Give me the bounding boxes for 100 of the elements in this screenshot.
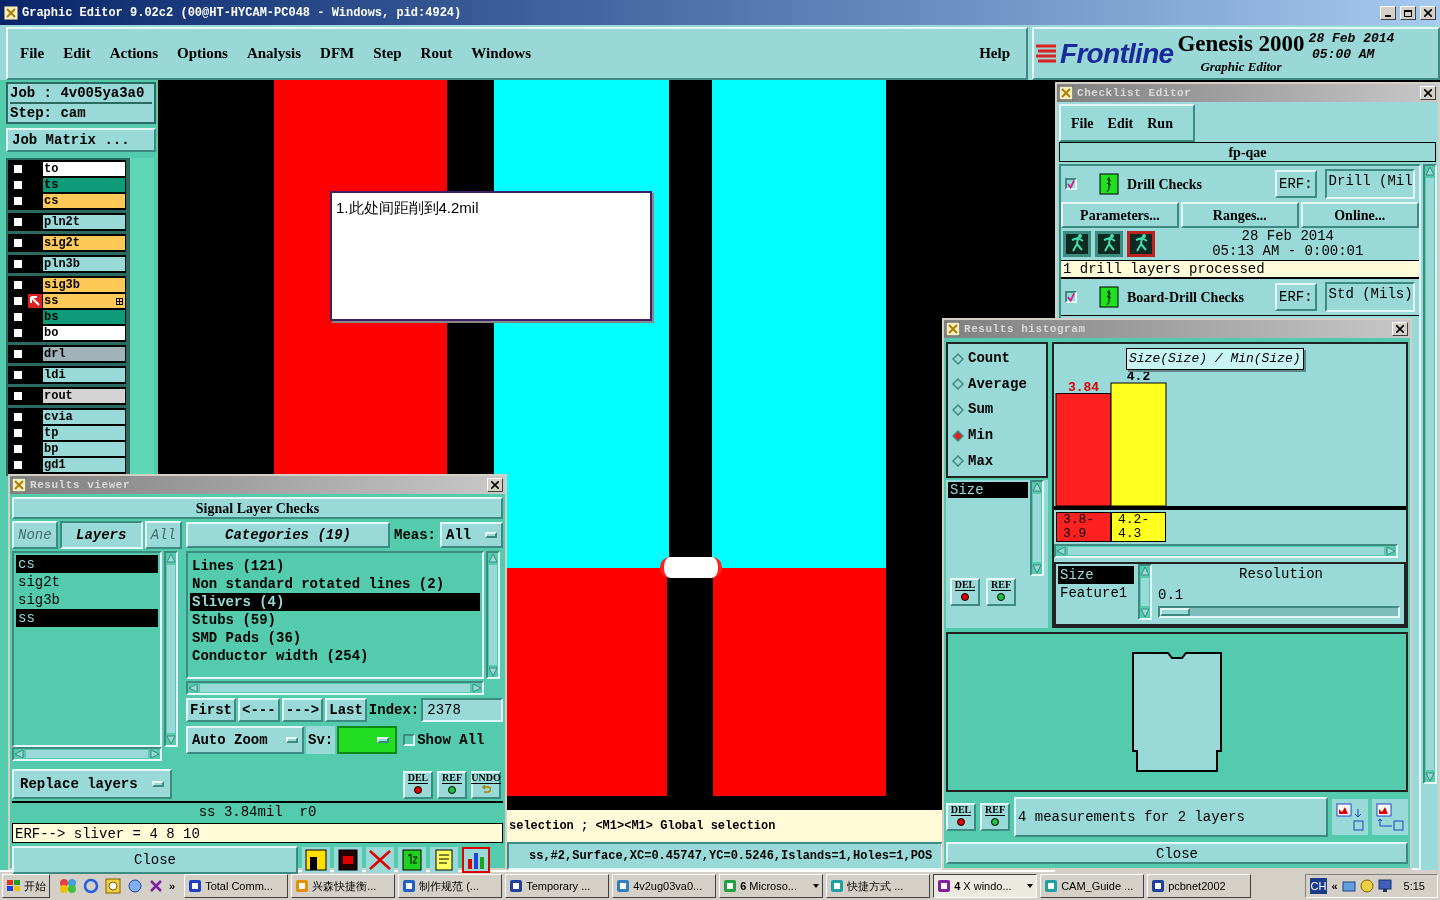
tool-button[interactable]: REF (986, 578, 1016, 606)
layer-checkbox[interactable] (12, 411, 24, 423)
notes-icon[interactable] (430, 847, 458, 873)
layer-checkbox[interactable] (12, 163, 24, 175)
attribute-item[interactable]: Size (948, 482, 1028, 498)
navigation-button[interactable]: <--- (238, 698, 280, 722)
scroll-arrow-icon[interactable] (1424, 166, 1435, 176)
index-field[interactable]: 2378 (421, 698, 503, 722)
layer-filter-button[interactable]: All (144, 521, 182, 549)
layer-row[interactable]: ss (9, 293, 125, 309)
scroll-arrow-icon[interactable] (1140, 608, 1150, 618)
taskbar-button[interactable]: 4 X windo... (933, 874, 1038, 898)
layer-row[interactable]: cvia (9, 409, 125, 425)
layer-list-item[interactable]: ss (16, 609, 158, 627)
layer-filter-button[interactable]: Layers (59, 521, 143, 549)
scroll-arrow-icon[interactable] (1386, 546, 1396, 556)
minimize-button[interactable] (1380, 5, 1396, 20)
running-figure-icon[interactable] (1127, 231, 1155, 257)
resolution-slider[interactable] (1158, 606, 1400, 618)
radio-button[interactable] (952, 378, 964, 391)
taskbar-button[interactable]: 制作规范 (... (398, 874, 503, 898)
stop-icon[interactable] (334, 847, 362, 873)
scrollbar[interactable] (1422, 164, 1437, 784)
menu-item[interactable]: Step (373, 42, 402, 65)
job-matrix-button[interactable]: Job Matrix ... (6, 128, 156, 152)
layer-checkbox[interactable] (12, 327, 24, 339)
layer-row[interactable]: cs (9, 193, 125, 209)
radio-button[interactable] (952, 455, 964, 468)
navigation-button[interactable]: ---> (281, 698, 324, 722)
taskbar-button[interactable]: 4v2ug03va0... (612, 874, 717, 898)
sv-dropdown[interactable] (337, 726, 398, 754)
maximize-button[interactable] (1400, 5, 1416, 20)
layer-row[interactable]: bo (9, 325, 125, 341)
scrollbar[interactable] (1030, 480, 1044, 576)
navigation-button[interactable]: Last (325, 698, 367, 722)
start-button[interactable]: 开始 (2, 874, 50, 898)
butterfly-icon[interactable] (59, 878, 77, 894)
taskbar-button[interactable]: 兴森快捷衡... (291, 874, 396, 898)
layer-checkbox[interactable] (12, 258, 24, 270)
field-item[interactable]: Size (1058, 566, 1134, 584)
category-item[interactable]: Slivers (4) (190, 593, 480, 611)
category-item[interactable]: SMD Pads (36) (190, 629, 480, 647)
chart-export-icon[interactable] (1332, 799, 1368, 835)
layer-row[interactable]: ldi (9, 367, 125, 383)
layer-row[interactable]: sig2t (9, 235, 125, 251)
close-button[interactable]: Close (12, 846, 298, 874)
layer-checkbox[interactable] (12, 443, 24, 455)
menu-item[interactable]: Options (177, 42, 228, 65)
taskbar-button[interactable]: Temporary ... (505, 874, 610, 898)
layer-checkbox[interactable] (12, 348, 24, 360)
layer-checkbox[interactable] (12, 427, 24, 439)
x-icon[interactable] (149, 879, 163, 893)
check-checkbox[interactable] (1065, 291, 1077, 303)
chart-import-icon[interactable] (1372, 799, 1408, 835)
bar-chart-icon[interactable] (462, 847, 490, 873)
check-option-button[interactable]: Online... (1300, 202, 1419, 228)
layer-checkbox[interactable] (12, 295, 24, 307)
scroll-arrow-icon[interactable] (1424, 772, 1435, 782)
layer-list-item[interactable]: sig2t (16, 573, 158, 591)
tool-button[interactable]: REF (980, 803, 1010, 831)
layer-checkbox[interactable] (12, 369, 24, 381)
close-button[interactable] (1392, 322, 1408, 336)
taskbar-button[interactable]: pcbnet2002 (1147, 874, 1252, 898)
category-item[interactable]: Lines (121) (190, 557, 480, 575)
scrollbar[interactable] (1138, 564, 1152, 620)
layer-row[interactable]: drl (9, 346, 125, 362)
layer-row[interactable]: to (9, 161, 125, 177)
tool-button[interactable]: REF (437, 771, 467, 799)
layer-row[interactable]: pln3b (9, 256, 125, 272)
layer-checkbox[interactable] (12, 279, 24, 291)
menu-item[interactable]: File (20, 42, 45, 65)
category-item[interactable]: Conductor width (254) (190, 647, 480, 665)
menu-item[interactable]: Edit (1107, 112, 1134, 134)
radio-button[interactable] (952, 352, 964, 365)
scroll-arrow-icon[interactable] (1056, 546, 1066, 556)
close-button[interactable] (487, 478, 503, 492)
layer-checkbox[interactable] (12, 237, 24, 249)
figure-icon[interactable] (302, 847, 330, 873)
check-option-button[interactable]: Ranges... (1180, 202, 1299, 228)
close-button[interactable]: Close (946, 842, 1408, 864)
monitor-icon[interactable] (1377, 879, 1392, 893)
taskbar-button[interactable]: Total Comm... (184, 874, 289, 898)
menu-item[interactable]: Run (1147, 112, 1173, 134)
tool-button[interactable]: DEL (403, 771, 433, 799)
slider-thumb[interactable] (1160, 608, 1190, 616)
radio-button[interactable] (952, 404, 964, 416)
scroll-arrow-icon[interactable] (488, 553, 498, 563)
language-indicator[interactable]: CH (1309, 877, 1328, 895)
layer-scroll-strip[interactable] (128, 158, 154, 476)
layer-row[interactable]: bp (9, 441, 125, 457)
field-item[interactable]: Feature1 (1058, 584, 1134, 602)
tool-button[interactable]: DEL (946, 803, 976, 831)
show-all-checkbox[interactable] (403, 734, 416, 746)
layer-filter-button[interactable]: None (12, 521, 58, 549)
taskbar-button[interactable]: 快捷方式 ... (826, 874, 931, 898)
layer-row[interactable]: sig3b (9, 277, 125, 293)
running-figure-icon[interactable] (1095, 231, 1123, 257)
erf-field[interactable]: Drill (Mil (1324, 169, 1415, 199)
scrollbar[interactable] (12, 747, 162, 761)
menu-item[interactable]: DFM (320, 42, 355, 65)
